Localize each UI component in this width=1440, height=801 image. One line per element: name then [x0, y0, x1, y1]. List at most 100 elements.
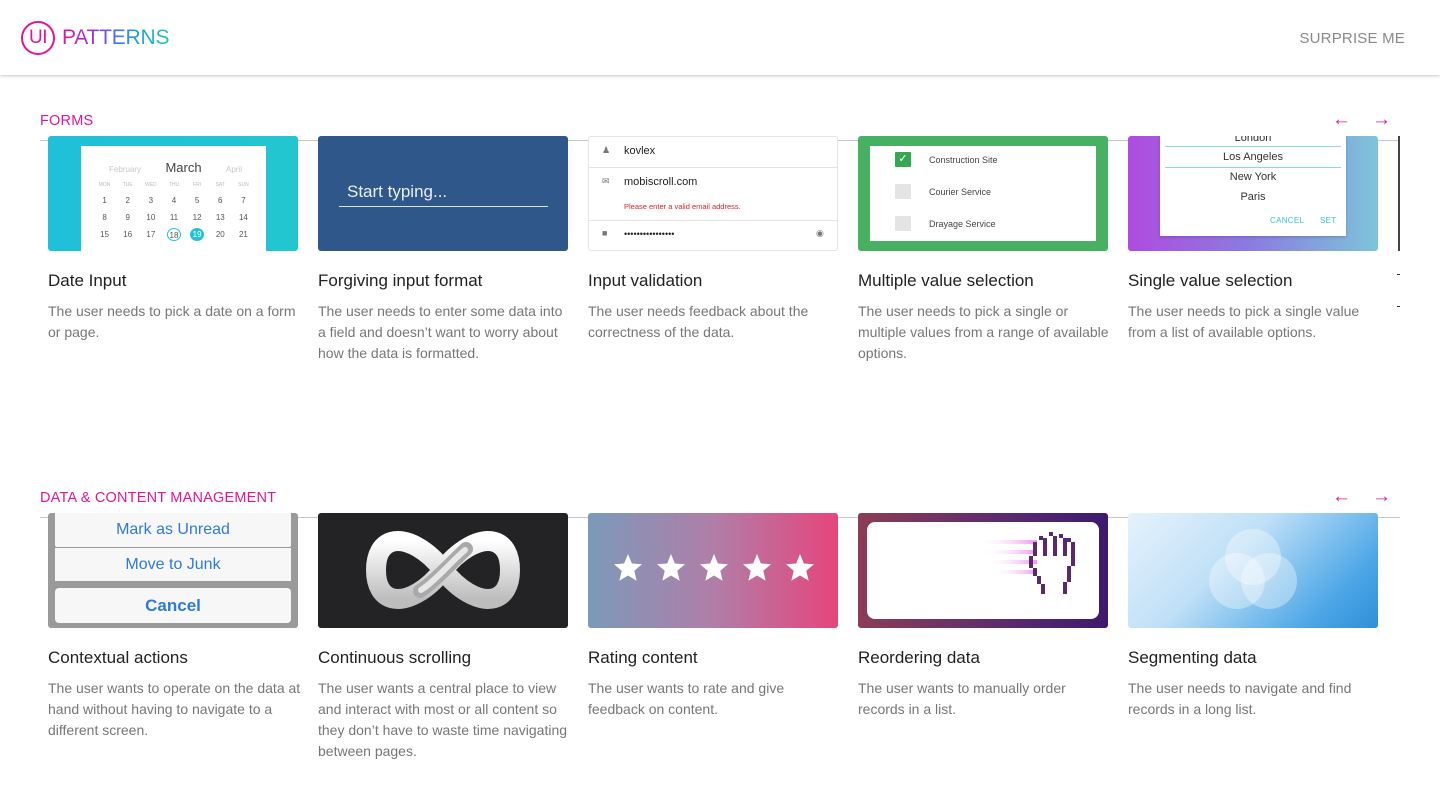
checkbox-label: Construction Site — [929, 155, 998, 165]
password-value: •••••••••••••••• — [624, 229, 675, 239]
section-title: DATA & CONTENT MANAGEMENT — [40, 490, 277, 506]
card-description: The user wants to rate and give feedback… — [588, 680, 785, 717]
action-sheet-item: Move to Junk — [55, 548, 291, 581]
card-thumbnail: ♟ kovlex ✉ mobiscroll.com Please enter a… — [588, 136, 838, 251]
card-description: The user wants to manually order records… — [858, 680, 1066, 717]
card-description: The user needs feedback about the correc… — [588, 303, 809, 340]
pattern-card-segmenting-data[interactable]: Segmenting data The user needs to naviga… — [1128, 513, 1378, 720]
arrow-right-icon[interactable]: → — [1372, 487, 1391, 506]
star-icon — [700, 554, 728, 581]
pattern-card-single-value[interactable]: London Los Angeles New York Paris CANCEL… — [1128, 136, 1378, 343]
section-forms: FORMS ← → February March April MON TUE WED… — [40, 99, 1400, 361]
calendar-day: 21 — [238, 230, 248, 239]
selection-line — [1165, 146, 1341, 147]
picker-option-selected: Los Angeles — [1223, 151, 1283, 163]
card-title: Input validation — [588, 271, 703, 290]
card-description: The user needs to pick a date on a form … — [48, 303, 296, 340]
card-thumbnail — [588, 513, 838, 628]
star-rating — [612, 552, 816, 584]
card-description: The user needs to pick a single value fr… — [1128, 303, 1360, 340]
weekday-label: MON — [98, 182, 111, 188]
calendar-day: 10 — [146, 213, 156, 222]
picker-option: Paris — [1240, 191, 1266, 203]
lock-icon: ■ — [602, 228, 608, 238]
picker-option: New York — [1229, 171, 1277, 183]
card-description: The user needs to navigate and find reco… — [1128, 680, 1352, 717]
weekday-label: SAT — [215, 182, 225, 188]
check-icon: ✓ — [895, 152, 911, 167]
calendar-day: 15 — [100, 230, 110, 239]
section-nav: ← → — [1332, 110, 1391, 129]
card-thumbnail: Start typing... — [318, 136, 568, 251]
star-icon — [657, 554, 685, 581]
logo[interactable]: UI PATTERNS — [21, 21, 169, 55]
arrow-right-icon[interactable]: → — [1372, 110, 1391, 129]
action-sheet-item: Mark as Unread — [55, 513, 291, 547]
card-title: Continuous scrolling — [318, 648, 472, 667]
pattern-card-forgiving-input[interactable]: Start typing... Forgiving input format T… — [318, 136, 568, 364]
star-icon — [786, 554, 814, 581]
card-description: The user wants a central place to view a… — [318, 680, 568, 759]
calendar-day: 11 — [169, 213, 179, 222]
card-carousel: February March April MON TUE WED THU FRI SAT S… — [48, 136, 1400, 396]
pattern-card-date-input[interactable]: February March April MON TUE WED THU FRI SAT S… — [48, 136, 298, 343]
calendar-day: 20 — [215, 230, 225, 239]
selection-line — [1165, 167, 1341, 168]
calendar-day-today: 18 — [166, 228, 181, 241]
card-title: Single value selection — [1128, 271, 1293, 290]
picker-option: London — [1234, 136, 1272, 144]
drag-hand-icon — [977, 532, 1075, 594]
next-card-edge — [1397, 274, 1400, 275]
card-thumbnail — [858, 513, 1108, 628]
pattern-card-continuous-scrolling[interactable]: Continuous scrolling The user wants a ce… — [318, 513, 568, 762]
pattern-card-multiple-value[interactable]: ✓ Construction Site Courier Service Dray… — [858, 136, 1109, 364]
card-thumbnail: Mark as Unread Move to Junk Cancel — [48, 513, 298, 628]
pattern-card-reordering-data[interactable]: Reordering data The user wants to manual… — [858, 513, 1108, 720]
star-icon — [614, 554, 642, 581]
calendar-day: 1 — [102, 196, 107, 205]
card-title: Contextual actions — [48, 648, 188, 667]
card-title: Forgiving input format — [318, 271, 483, 290]
header: UI PATTERNS SURPRISE ME — [0, 0, 1440, 75]
checkbox-empty — [895, 216, 911, 231]
card-thumbnail: London Los Angeles New York Paris CANCEL… — [1128, 136, 1378, 251]
arrow-left-icon[interactable]: ← — [1332, 110, 1351, 129]
cancel-button: CANCEL — [1270, 216, 1305, 225]
calendar-day: 14 — [238, 213, 248, 222]
infinity-icon — [365, 530, 521, 610]
next-card-edge — [1397, 306, 1400, 307]
checkbox-label: Drayage Service — [929, 219, 996, 229]
logo-mark: UI — [21, 21, 55, 55]
reorder-canvas — [867, 522, 1099, 619]
user-icon: ♟ — [602, 145, 611, 155]
current-month: March — [165, 160, 202, 175]
card-description: The user needs to enter some data into a… — [318, 303, 563, 361]
card-carousel: Mark as Unread Move to Junk Cancel Conte… — [48, 513, 1400, 773]
calendar-day: 9 — [125, 213, 130, 222]
arrow-left-icon[interactable]: ← — [1332, 487, 1351, 506]
pattern-card-input-validation[interactable]: ♟ kovlex ✉ mobiscroll.com Please enter a… — [588, 136, 838, 343]
surprise-me-link[interactable]: SURPRISE ME — [1299, 30, 1405, 47]
divider — [589, 220, 837, 221]
section-title: FORMS — [40, 113, 94, 129]
action-sheet-cancel: Cancel — [55, 588, 291, 623]
calendar-day: 6 — [218, 196, 223, 205]
calendar-day: 16 — [123, 230, 133, 239]
next-month: April — [225, 165, 242, 174]
mail-icon: ✉ — [602, 176, 610, 186]
calendar-day: 12 — [192, 213, 202, 222]
venn-diagram-icon — [1209, 529, 1297, 609]
star-icon — [743, 554, 771, 581]
pattern-card-rating-content[interactable]: Rating content The user wants to rate an… — [588, 513, 838, 720]
calendar-day: 8 — [102, 213, 107, 222]
input-underline — [339, 206, 548, 207]
username-value: kovlex — [624, 145, 656, 157]
card-thumbnail — [318, 513, 568, 628]
pattern-card-contextual-actions[interactable]: Mark as Unread Move to Junk Cancel Conte… — [48, 513, 300, 741]
next-card-edge — [1398, 136, 1400, 251]
section-nav: ← → — [1332, 487, 1391, 506]
calendar-day: 4 — [171, 196, 177, 205]
typing-placeholder: Start typing... — [347, 182, 448, 201]
section-header: FORMS ← → — [40, 99, 1400, 141]
card-description: The user wants to operate on the data at… — [48, 680, 301, 738]
